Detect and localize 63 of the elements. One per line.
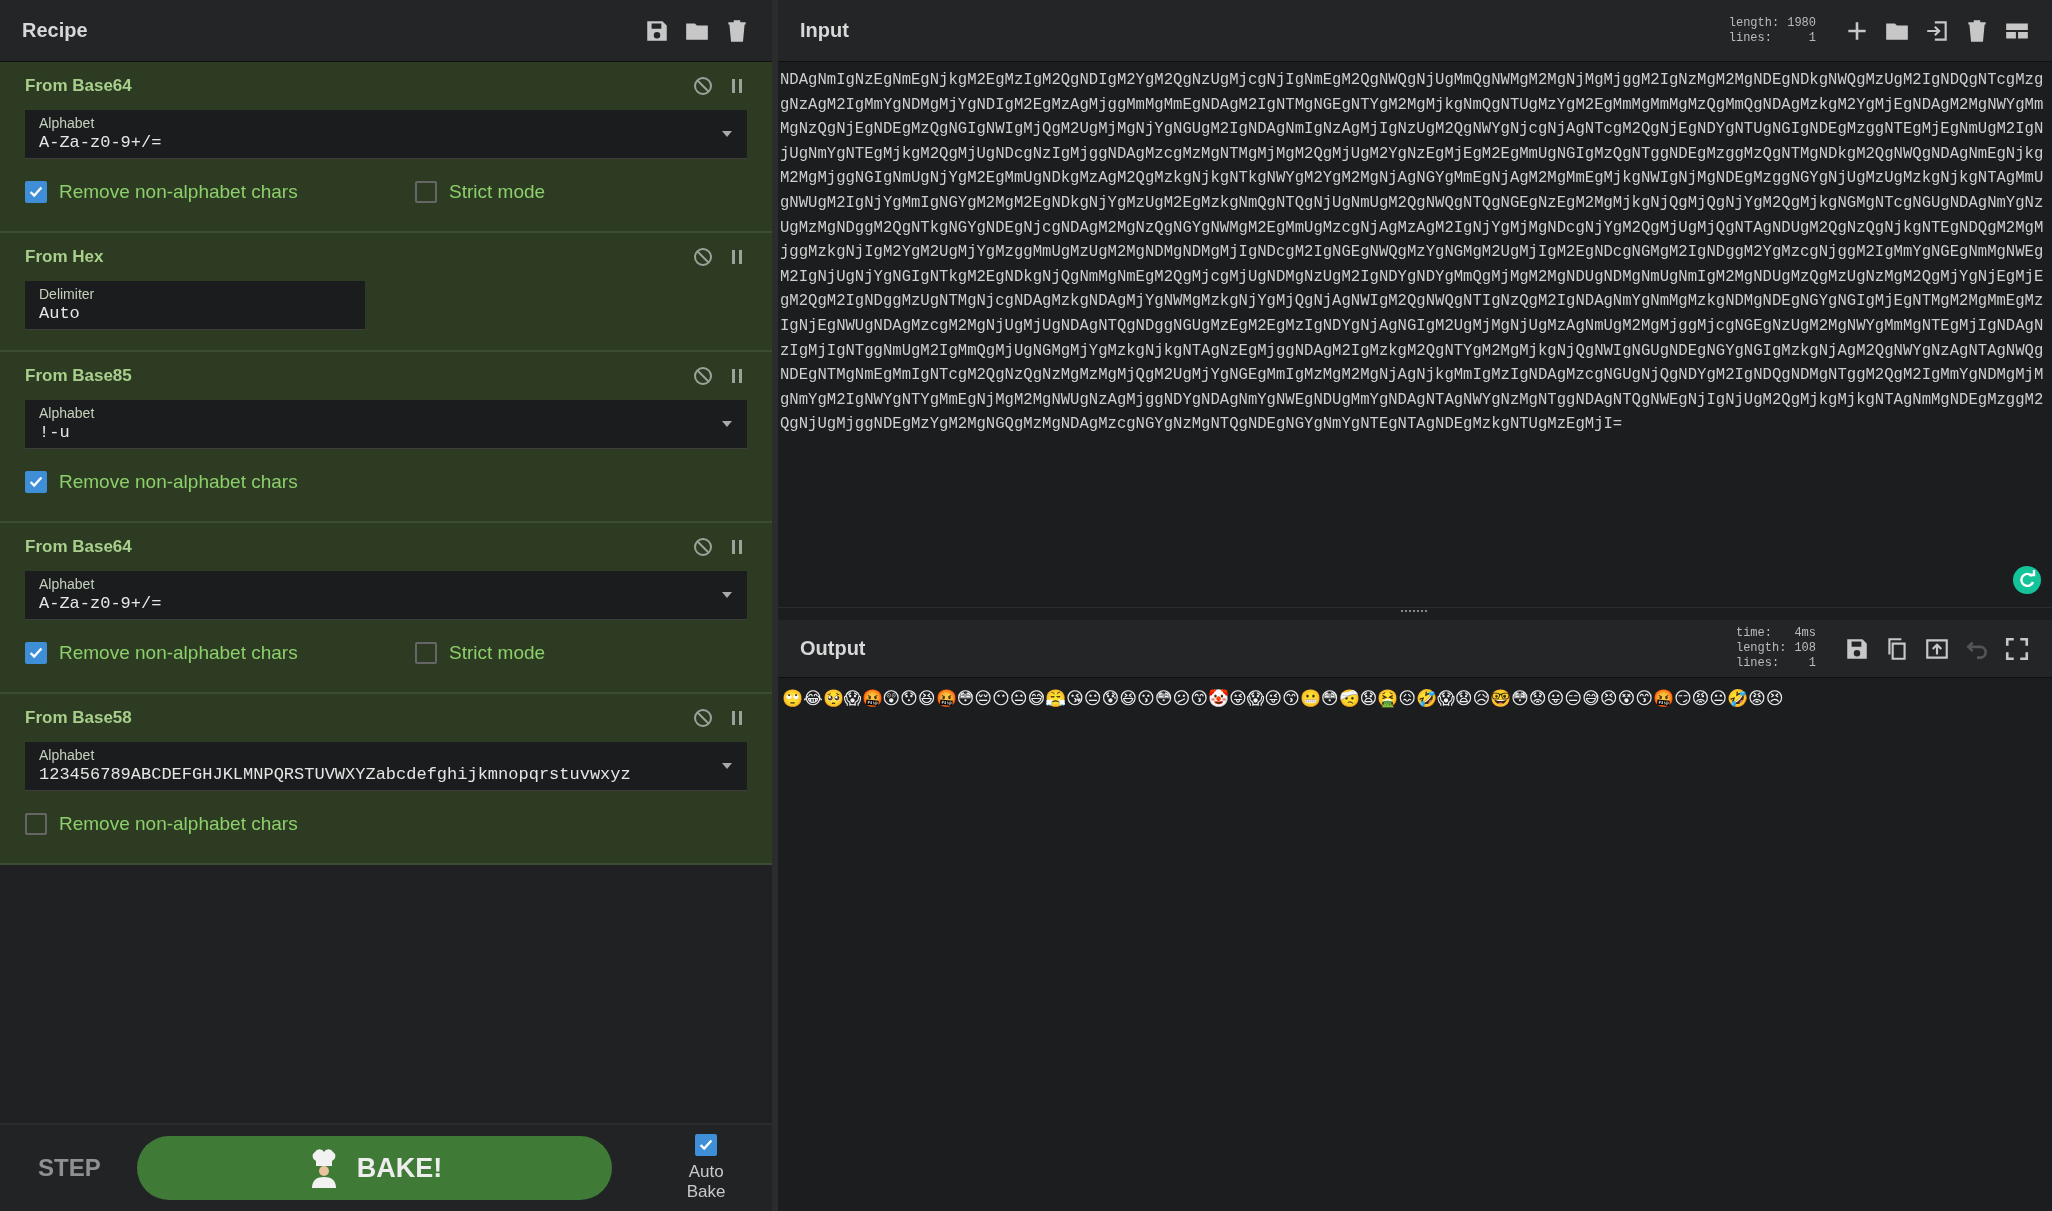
resize-handle-icon[interactable] (1400, 608, 1430, 614)
dropdown-caret-icon[interactable] (721, 129, 733, 138)
auto-bake-checkbox[interactable]: Auto Bake (662, 1133, 750, 1203)
checkbox-icon[interactable] (25, 181, 47, 203)
checkbox-icon[interactable] (25, 471, 47, 493)
stat-value: 4ms (1794, 626, 1816, 641)
maximize-icon[interactable] (2004, 635, 2030, 662)
checkbox-icon[interactable] (25, 813, 47, 835)
field-label: Alphabet (39, 115, 96, 131)
operation-name: From Base58 (25, 708, 132, 728)
stat-label: length: (1735, 641, 1787, 656)
stat-label: lines: (1735, 656, 1781, 671)
option-checkbox[interactable]: Strict mode (415, 642, 546, 664)
field-label: Alphabet (39, 576, 96, 592)
checkbox-icon[interactable] (25, 642, 47, 664)
dropdown-caret-icon[interactable] (721, 761, 733, 770)
option-checkbox[interactable]: Remove non-alphabet chars (25, 642, 298, 664)
stat-value: 1980 (1787, 15, 1816, 31)
stat-value: 108 (1794, 641, 1816, 656)
field-value: !-u (39, 423, 71, 442)
stat-label: lines: (1728, 30, 1773, 46)
disable-icon[interactable] (693, 537, 713, 557)
panel-title: Output (800, 637, 866, 660)
stat-label: length: (1728, 15, 1780, 31)
step-button[interactable]: STEP (30, 1148, 109, 1188)
stat-label: time: (1735, 626, 1773, 641)
input-text[interactable]: NDAgNmIgNzEgNmEgNjkgM2EgMzIgM2QgNDIgM2YgM2QgNzUgMjcgNjIgNmEgM2QgNWQgNjUgMmQgNWMgM2MgNjMgMjggM2IgNzMgM2MgNDEgNDkgNWQgMzUgM2IgNDQgNTcgMzggNzAgM2IgMmYgNDMgMjYgNDIgM2EgMzAgMjggMmMgMmEgNDAgM2IgNTMgNGEgNTYgM2MgMjkgNmQgNTUgMzYgM2EgMmMgMmMgMzQgMmQgNDAgMzkgM2YgMjEgNDAgM2MgNWYgMmMgNzQgNjEgNDEgMzQgNGIgNWIgMjQgM2UgMjMgNjYgNGUgM2IgNDAgNmIgNzAgMjIgNzUgM2QgNWYgNjcgNjAgNTcgM2QgNjEgNDYgNTUgNGIgNDEgMzggNTEgMjEgNmUgM2IgNjUgNmYgNTEgMjkgM2QgMjUgNDcgNzIgMjggNDAgMzcgMzMgNTMgMjMgM2QgMjUgM2YgNzEgMjEgM2EgMmUgNGIgMzQgNTggNDEgMzggMzQgNTMgNDkgM2QgNWQgNDAgNmEgNjkgM2MgMjggNGIgNmUgNjYgM2EgMmUgNDkgMzAgM2QgMzkgNjkgNTkgNWYgM2YgM2MgNjAgNGYgMmEgNjAgM2MgMmEgMjkgNWIgNjMgNDEgMzggNGYgNjUgMzUgMzkgNjkgNTAgMmUgNWUgM2IgNjYgMmIgNGYgM2MgM2EgNDkgNjYgMzUgM2EgMzkgNmQgNTQgNjUgNmUgM2QgNWQgNTQgNGEgNzEgM2MgMjkgNjQgMjQgNjYgM2QgMjkgNGMgNTcgNGUgNDAgNmYgNzUgMzMgNDggM2QgNTkgNGYgNDEgNjcgNDAgM2MgNzQgNGYgNWMgM2EgMmUgMzcgNjAgMzAgM2IgNjYgMjMgNDcgNjYgM2QgMjUgMjQgNTAgNDUgM2QgNzQgNjkgNTEgNDQgM2MgMjggMzkgNjIgM2YgM2UgMjYgMzggMmUgMzUgM2MgNDMgNDMgMjIgNDcgM2IgNGEgNWQgMzYgNGMgM2UgMjIgM2EgNDcgNGMgM2IgNDggM2YgMzcgNjggM2IgMmYgNGEgNmMgNWEgM2IgNjUgNjYgNGIgNTkgM2EgNDkgNjQgNmMgNmEgM2QgMjcgMjUgNDMgNzUgM2IgNDYgNDYgMmQgMjMgM2MgNDUgNDMgNmUgNmIgM2MgNDUgMzQgMzUgNzMgM2QgMjYgNjEgMjEgM2QgM2IgNDggMzUgNTMgNjcgNDAgMzkgNDAgMjYgNWMgMzkgNjYgMjQgNjAgNWIgM2QgNWQgNTIgNzQgM2IgNDAgNmYgNmMgMzkgNDMgNDEgNGYgNGIgMjEgNTMgM2MgMmEgMzIgNjEgNWUgNDAgMzcgM2MgNjUgMjUgNDAgNTQgNDggNGUgMzEgM2EgMzIgNDYgNjAgNGIgM2UgMjMgNjUgMzAgNmUgM2MgMjggMjcgNGEgNzUgM2MgNWYgMmMgNTEgMjIgNDAgNzIgMjIgNTggNmUgM2IgMmQgMjUgNGMgMjYgMzkgNjkgNTAgNzEgMjggNDAgM2IgMzkgM2QgNTYgM2MgMjkgNjQgNWIgNGUgNDEgNGYgNGIgMzkgNjAgM2QgNWYgNzAgNTAgNWQgNDEgNTMgNmEgMmIgNTcgM2QgNzQgNzMgMzMgMjQgM2UgMjYgNGEgMmIgMzMgM2MgNjAgNjkgMmIgMzIgNDAgMzcgNGUgNjQgNDYgM2IgNDQgNDMgNTggM2QgM2IgMmYgNDMgMjMgNmYgM2IgNWYgNTYgMmEgNjMgM2MgNWUgNzAgMjggNDYgNDAgNmYgNWEgNDUgMmYgNDAgNTAgNWYgNzMgNTggNDAgNTQgNWEgNjIgNjUgM2QgMjkgMjkgNTAgNmMgNDEgMzggM2QgNjUgMjggNDEgMzYgM2MgNGQgMzMgNDAgMzcgNGYgNzMgNTQgNDEgNGYgNmYgNTEgNTAgNDEgMzkgNTUgMzEgMjI= (778, 62, 2052, 607)
dropdown-caret-icon[interactable] (721, 590, 733, 599)
field-label: Delimiter (39, 286, 96, 302)
field-label: Alphabet (39, 405, 96, 421)
alphabet-dropdown[interactable]: Alphabet A-Za-z0-9+/= (25, 110, 747, 159)
dropdown-caret-icon[interactable] (721, 419, 733, 428)
operation-name: From Base85 (25, 366, 132, 386)
field-label: Alphabet (39, 747, 96, 763)
checkbox-icon[interactable] (695, 1134, 718, 1156)
field-value: A-Za-z0-9+/= (39, 133, 163, 152)
field-value: A-Za-z0-9+/= (39, 594, 163, 613)
panel-title: Recipe (22, 19, 88, 42)
disable-icon[interactable] (693, 247, 713, 267)
option-checkbox[interactable]: Remove non-alphabet chars (25, 813, 298, 835)
option-checkbox[interactable]: Remove non-alphabet chars (25, 471, 298, 493)
refresh-badge-icon[interactable] (2012, 565, 2042, 595)
output-text[interactable]: 🙄😂🥺😱🤬😲😯😆🤬😳😔😶😐😅😤😘😐😰😆😗😳😕😙🤡😜😱😜😙😬😳🤕😧🤮😖🤣😱😧😥🤓😳😟😛😑😅😣😵😙🤬😏😡😐🤣😡😣 (778, 678, 2052, 711)
field-value: 123456789ABCDEFGHJKLMNPQRSTUVWXYZabcdefghijkmnopqrstuvwxyz (39, 765, 632, 784)
operation-name: From Hex (25, 247, 104, 267)
field-value: Auto (39, 304, 81, 323)
stat-value: 1 (1807, 30, 1816, 46)
stat-value: 1 (1807, 656, 1816, 671)
alphabet-dropdown[interactable]: Alphabet 123456789ABCDEFGHJKLMNPQRSTUVWXYZabcdefghijkmnopqrstuvwxyz (25, 742, 747, 791)
alphabet-dropdown[interactable]: Alphabet !-u (25, 400, 747, 449)
panel-title: Input (800, 19, 849, 42)
delimiter-field[interactable]: Delimiter Auto (25, 281, 365, 330)
checkbox-icon[interactable] (415, 642, 437, 664)
alphabet-dropdown[interactable]: Alphabet A-Za-z0-9+/= (25, 571, 747, 620)
disable-icon[interactable] (693, 708, 713, 728)
operation-name: From Base64 (25, 76, 132, 96)
bake-button[interactable]: BAKE! (136, 1136, 613, 1200)
disable-icon[interactable] (693, 366, 713, 386)
checkbox-icon[interactable] (415, 181, 437, 203)
operation-name: From Base64 (25, 537, 132, 557)
option-checkbox[interactable]: Remove non-alphabet chars (25, 181, 298, 203)
disable-icon[interactable] (693, 76, 713, 96)
option-checkbox[interactable]: Strict mode (415, 181, 546, 203)
